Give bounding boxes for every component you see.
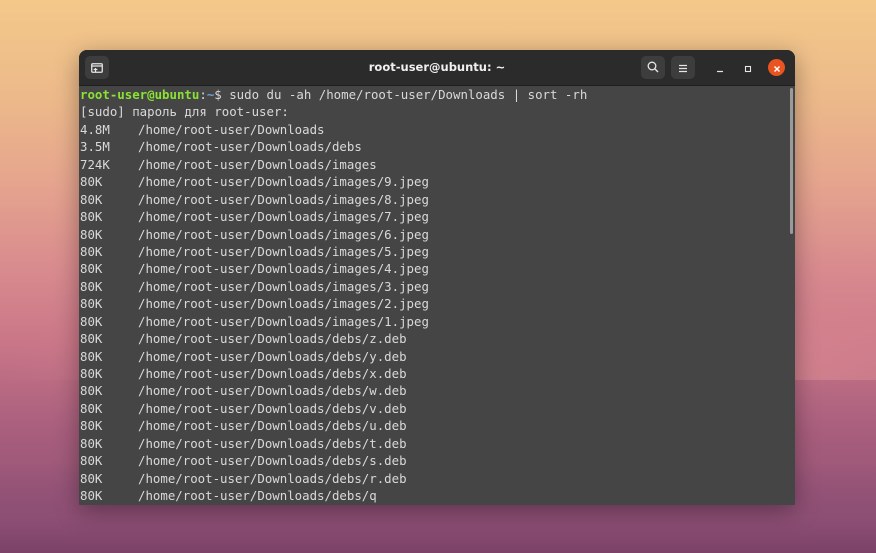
file-size: 80K <box>80 243 103 259</box>
file-size: 3.5M <box>80 139 110 155</box>
menu-button[interactable] <box>671 56 695 79</box>
file-size: 80K <box>80 418 103 434</box>
file-size: 80K <box>80 191 103 207</box>
file-path: /home/root-user/Downloads/debs/y.deb <box>138 348 407 364</box>
file-size: 80K <box>80 383 103 399</box>
file-path: /home/root-user/Downloads/debs/q <box>138 488 377 504</box>
file-size: 80K <box>80 400 103 416</box>
output-line: 80K/home/root-user/Downloads/images/4.jp… <box>80 260 795 277</box>
file-size: 80K <box>80 226 103 242</box>
output-line: 80K/home/root-user/Downloads/images/7.jp… <box>80 208 795 225</box>
prompt-user: root-user@ubuntu <box>80 87 200 102</box>
file-size: 80K <box>80 435 103 451</box>
minimize-icon <box>716 58 724 77</box>
file-path: /home/root-user/Downloads/images/1.jpeg <box>138 313 429 329</box>
output-line: 724K/home/root-user/Downloads/images <box>80 156 795 173</box>
file-size: 80K <box>80 313 103 329</box>
output-line: 4.8M/home/root-user/Downloads <box>80 121 795 138</box>
close-button[interactable] <box>768 59 785 76</box>
sudo-password-prompt: [sudo] пароль для root-user: <box>80 104 289 120</box>
command-line: root-user@ubuntu:~$ sudo du -ah /home/ro… <box>80 86 795 103</box>
file-size: 80K <box>80 331 103 347</box>
title-bar[interactable]: root-user@ubuntu: ~ <box>79 50 795 86</box>
output-line: 3.5M/home/root-user/Downloads/debs <box>80 138 795 155</box>
scrollbar[interactable] <box>790 88 793 234</box>
file-path: /home/root-user/Downloads/debs/u.deb <box>138 418 407 434</box>
file-path: /home/root-user/Downloads/debs/x.deb <box>138 366 407 381</box>
output-line: 80K/home/root-user/Downloads/debs/w.deb <box>80 382 795 399</box>
file-path: /home/root-user/Downloads/debs/w.deb <box>138 383 407 399</box>
terminal-window: root-user@ubuntu: ~ root-user@ubuntu:~$ … <box>79 50 795 505</box>
close-icon <box>773 58 781 77</box>
file-path: /home/root-user/Downloads/debs <box>138 139 362 155</box>
file-path: /home/root-user/Downloads <box>138 121 325 137</box>
file-path: /home/root-user/Downloads/debs/t.deb <box>138 435 407 451</box>
output-line: 80K/home/root-user/Downloads/images/3.jp… <box>80 278 795 295</box>
output-line: 80K/home/root-user/Downloads/images/2.jp… <box>80 295 795 312</box>
file-path: /home/root-user/Downloads/debs/v.deb <box>138 400 407 416</box>
file-path: /home/root-user/Downloads/debs/r.deb <box>138 470 407 486</box>
output-line: 80K/home/root-user/Downloads/images/5.jp… <box>80 243 795 260</box>
minimize-button[interactable] <box>711 59 728 76</box>
output-line: 80K/home/root-user/Downloads/debs/q <box>80 487 795 504</box>
terminal-output[interactable]: root-user@ubuntu:~$ sudo du -ah /home/ro… <box>79 86 795 505</box>
output-line: 80K/home/root-user/Downloads/images/8.jp… <box>80 191 795 208</box>
output-line: 80K/home/root-user/Downloads/images/1.jp… <box>80 313 795 330</box>
maximize-icon <box>744 58 752 77</box>
output-line: 80K/home/root-user/Downloads/images/9.jp… <box>80 173 795 190</box>
file-path: /home/root-user/Downloads/images/7.jpeg <box>138 209 429 225</box>
file-size: 80K <box>80 348 103 364</box>
file-size: 724K <box>80 156 110 172</box>
file-size: 80K <box>80 453 103 469</box>
new-tab-button[interactable] <box>85 56 109 79</box>
output-line: 80K/home/root-user/Downloads/debs/y.deb <box>80 348 795 365</box>
file-path: /home/root-user/Downloads/images/6.jpeg <box>138 226 429 242</box>
new-tab-icon <box>91 58 103 77</box>
file-path: /home/root-user/Downloads/images/9.jpeg <box>138 174 429 190</box>
file-size: 80K <box>80 366 103 381</box>
output-line: 80K/home/root-user/Downloads/debs/x.deb <box>80 365 795 382</box>
output-line: 80K/home/root-user/Downloads/debs/u.deb <box>80 417 795 434</box>
output-line: 80K/home/root-user/Downloads/debs/v.deb <box>80 400 795 417</box>
file-path: /home/root-user/Downloads/debs/z.deb <box>138 331 407 347</box>
output-line: 80K/home/root-user/Downloads/debs/t.deb <box>80 435 795 452</box>
file-size: 80K <box>80 278 103 294</box>
file-size: 4.8M <box>80 121 110 137</box>
file-size: 80K <box>80 261 103 277</box>
hamburger-menu-icon <box>678 58 688 77</box>
output-line: 80K/home/root-user/Downloads/debs/z.deb <box>80 330 795 347</box>
file-path: /home/root-user/Downloads/images/2.jpeg <box>138 296 429 312</box>
maximize-button[interactable] <box>739 59 756 76</box>
file-path: /home/root-user/Downloads/debs/s.deb <box>138 453 407 469</box>
search-icon <box>647 58 659 77</box>
prompt-symbol: $ <box>214 87 230 102</box>
output-line: 80K/home/root-user/Downloads/images/6.jp… <box>80 226 795 243</box>
file-size: 80K <box>80 470 103 486</box>
file-size: 80K <box>80 209 103 225</box>
file-path: /home/root-user/Downloads/images/8.jpeg <box>138 191 429 207</box>
file-path: /home/root-user/Downloads/images/3.jpeg <box>138 278 429 294</box>
output-rows: 4.8M/home/root-user/Downloads 3.5M/home/r… <box>80 121 795 505</box>
output-line: 80K/home/root-user/Downloads/debs/r.deb <box>80 470 795 487</box>
command-text: sudo du -ah /home/root-user/Downloads | … <box>229 87 588 102</box>
search-button[interactable] <box>641 56 665 79</box>
file-size: 80K <box>80 174 103 190</box>
file-path: /home/root-user/Downloads/images/5.jpeg <box>138 243 429 259</box>
file-path: /home/root-user/Downloads/images <box>138 156 377 172</box>
file-size: 80K <box>80 488 103 504</box>
file-size: 80K <box>80 296 103 312</box>
file-path: /home/root-user/Downloads/images/4.jpeg <box>138 261 429 277</box>
prompt-separator: : <box>199 87 207 102</box>
output-line: 80K/home/root-user/Downloads/debs/s.deb <box>80 452 795 469</box>
